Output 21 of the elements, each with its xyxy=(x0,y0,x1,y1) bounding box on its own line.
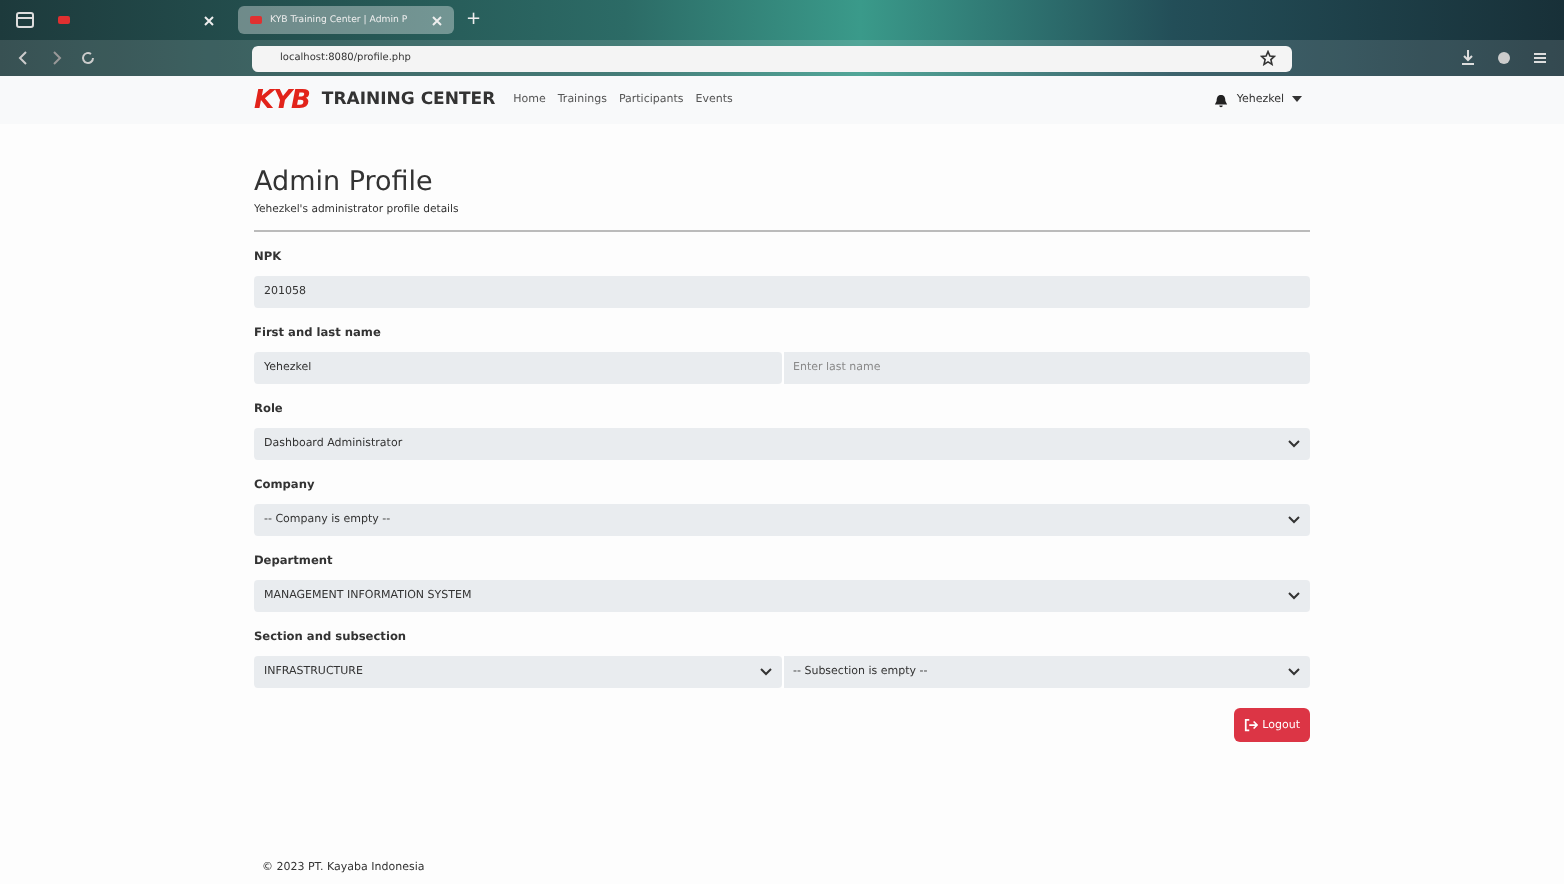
logout-icon xyxy=(1244,718,1259,732)
chevron-down-icon xyxy=(1288,440,1300,448)
chevron-down-icon xyxy=(1288,516,1300,524)
chevron-down-icon xyxy=(1288,592,1300,600)
download-icon[interactable] xyxy=(1460,50,1476,66)
reload-icon[interactable] xyxy=(80,50,96,66)
star-icon[interactable] xyxy=(1260,50,1276,66)
menu-icon[interactable] xyxy=(1532,50,1548,66)
close-icon[interactable] xyxy=(204,15,214,25)
tab-overview-icon[interactable] xyxy=(16,12,34,28)
forward-icon[interactable] xyxy=(48,50,64,66)
caret-icon[interactable] xyxy=(1292,96,1302,104)
brand-name[interactable]: TRAINING CENTER xyxy=(321,90,496,110)
bell-icon[interactable] xyxy=(1214,93,1229,107)
brand-logo[interactable]: KYB xyxy=(254,85,310,115)
circle-icon[interactable] xyxy=(1496,50,1512,66)
page-title: Admin Profile xyxy=(254,164,435,200)
new-tab-button[interactable]: + xyxy=(466,10,482,30)
chevron-down-icon xyxy=(759,668,771,676)
chevron-down-icon xyxy=(1288,668,1300,676)
back-icon[interactable] xyxy=(16,50,32,66)
